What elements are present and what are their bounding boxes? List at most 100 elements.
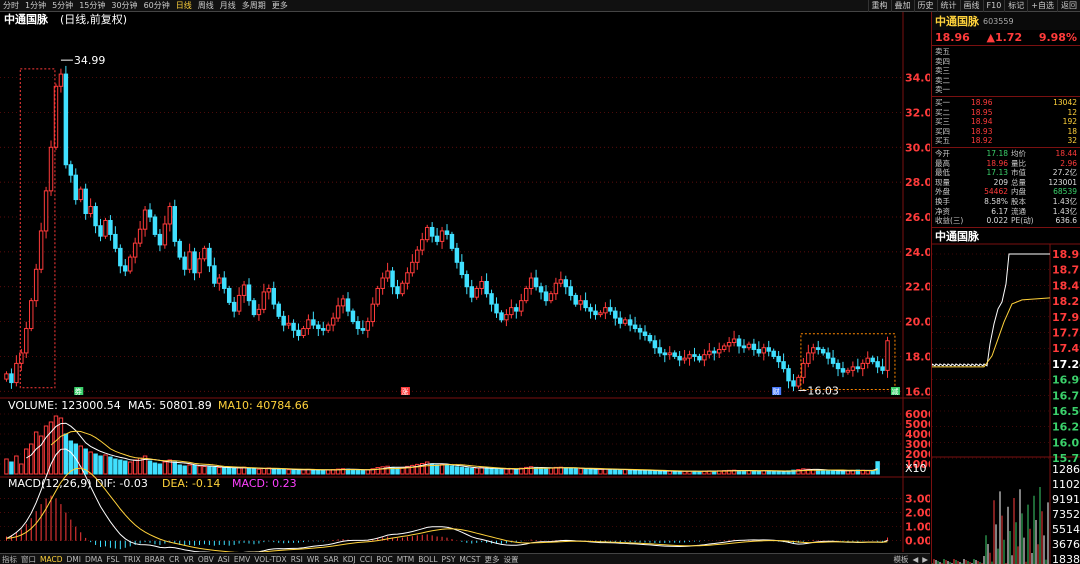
indicator-tab[interactable]: ASI — [216, 554, 232, 564]
volume-bar-up — [667, 470, 672, 475]
toolbar-action-button[interactable]: 画线 — [959, 0, 983, 12]
indicator-nav-button[interactable]: ◀ — [910, 554, 920, 564]
indicator-nav-button[interactable]: ▶ — [920, 554, 930, 564]
quote-price: 18.96 — [935, 31, 970, 44]
volume-bar-down — [573, 468, 578, 475]
stats-row: 现量 209 总量 123001 — [932, 178, 1080, 188]
period-tab[interactable]: 更多 — [269, 0, 291, 12]
quote-panel: 中通国脉 603559 18.96 ▲1.72 9.98% 卖五 卖四 卖三 卖二 卖一… — [931, 12, 1080, 564]
indicator-tab[interactable]: MTM — [395, 554, 417, 564]
order-book-volume: 13042 — [1053, 97, 1077, 107]
candle-up — [424, 226, 430, 241]
volume-bar-down — [588, 468, 593, 475]
volume-bar-down — [652, 470, 658, 475]
candle-up — [380, 277, 385, 289]
price-tick-label: 34.00 — [905, 72, 930, 85]
candle-up — [286, 322, 291, 326]
indicator-nav-button[interactable]: 模板 — [891, 554, 910, 564]
stats-table: 今开 17.18 均价 18.44 最高 18.96 量比 2.96 最低 17.13 市值 27.2… — [932, 148, 1080, 228]
toolbar-action-button[interactable]: 返回 — [1057, 0, 1080, 12]
period-tab[interactable]: 30分钟 — [108, 0, 140, 12]
indicator-tab[interactable]: CR — [167, 554, 181, 564]
event-marker-label: 券 — [75, 387, 82, 396]
period-tab[interactable]: 月线 — [217, 0, 239, 12]
indicator-tab[interactable]: PSY — [440, 554, 458, 564]
toolbar-action-button[interactable]: 历史 — [913, 0, 937, 12]
indicator-tab[interactable]: 设置 — [501, 554, 520, 564]
indicator-tab[interactable]: EMV — [232, 554, 252, 564]
period-tab[interactable]: 15分钟 — [76, 0, 108, 12]
indicator-tab[interactable]: VR — [181, 554, 195, 564]
low-annotation: 16.03 — [807, 384, 839, 397]
candle-up — [558, 279, 564, 284]
period-tab[interactable]: 60分钟 — [141, 0, 173, 12]
indicator-tab[interactable]: 窗口 — [19, 554, 38, 564]
indicator-tab[interactable]: VOL-TDX — [252, 554, 288, 564]
period-tab[interactable]: 多周期 — [239, 0, 269, 12]
period-tab[interactable]: 1分钟 — [22, 0, 49, 12]
toolbar-action-button[interactable]: 标记 — [1004, 0, 1027, 12]
mini-volume-tick: 12867 — [1052, 463, 1080, 476]
indicator-tab[interactable]: MCST — [457, 554, 482, 564]
candle-down — [113, 233, 118, 249]
toolbar-action-button[interactable]: +自选 — [1027, 0, 1057, 12]
indicator-tab[interactable]: TRIX — [121, 554, 142, 564]
indicator-tab[interactable]: KDJ — [341, 554, 358, 564]
stat-value: 636.6 — [1055, 216, 1077, 226]
candle-up — [197, 258, 202, 274]
kline-chart-svg[interactable]: 中通国脉 (日线,前复权) 34.99 16.03 券 涨 财 减 34.00 32.00 3… — [0, 12, 944, 564]
order-book-price — [965, 47, 1024, 57]
indicator-tab[interactable]: 指标 — [0, 554, 19, 564]
order-book-label: 买一 — [935, 97, 950, 107]
intraday-mini-chart[interactable]: 中通国脉 18.96 18.71 18.47 18.22 17.98 17.73 17.49… — [931, 227, 1080, 564]
candle-up — [761, 347, 767, 354]
indicator-tab[interactable]: DMI — [64, 554, 82, 564]
toolbar-action-button[interactable]: 叠加 — [890, 0, 914, 12]
indicator-tab[interactable]: 更多 — [482, 554, 501, 564]
volume-bar-down — [296, 469, 301, 475]
volume-bar-up — [202, 466, 207, 475]
order-book-row: 买三 18.94 192 — [932, 117, 1080, 127]
indicator-tab[interactable]: MACD — [38, 554, 64, 564]
candle-up — [702, 354, 707, 361]
candle-up — [548, 293, 554, 302]
volume-bar-up — [33, 431, 39, 475]
candle-down — [98, 225, 103, 237]
volume-bar-down — [311, 469, 316, 475]
candle-down — [662, 352, 668, 356]
indicator-tab[interactable]: RSI — [289, 554, 305, 564]
chart-title: 中通国脉 — [4, 12, 49, 26]
indicator-tab[interactable]: OBV — [196, 554, 216, 564]
mini-price-tick: 16.99 — [1052, 374, 1080, 387]
volume-bar-down — [192, 465, 197, 475]
period-tab[interactable]: 周线 — [195, 0, 217, 12]
period-tab[interactable]: 分时 — [0, 0, 22, 12]
candle-down — [68, 164, 74, 176]
indicator-tab[interactable]: DMA — [83, 554, 104, 564]
indicator-tab[interactable]: SAR — [322, 554, 341, 564]
candle-up — [43, 190, 49, 232]
period-tab[interactable]: 5分钟 — [49, 0, 76, 12]
volume-multiplier: X10 — [905, 462, 927, 475]
indicator-tab[interactable]: WR — [305, 554, 322, 564]
order-book-volume: 12 — [1067, 107, 1077, 117]
indicator-tab[interactable]: BOLL — [416, 554, 439, 564]
macd-tick-label: 2.00 — [905, 507, 930, 520]
indicator-tab[interactable]: FSL — [104, 554, 121, 564]
toolbar-action-button[interactable]: 统计 — [936, 0, 960, 12]
period-toolbar: 分时 1分钟 5分钟 15分钟 30分钟 60分钟 日线 周线 月线 多周期 更多 重构 叠加 历史 统计画… — [0, 0, 1080, 12]
candle-up — [103, 219, 108, 237]
order-book-price: 18.96 — [971, 97, 993, 107]
mini-chart-svg[interactable]: 中通国脉 18.96 18.71 18.47 18.22 17.98 17.73 17.49… — [931, 227, 1080, 564]
main-chart-area[interactable]: 中通国脉 (日线,前复权) 34.99 16.03 券 涨 财 减 34.00 32.00 3… — [0, 12, 944, 564]
period-tab[interactable]: 日线 — [173, 0, 195, 12]
indicator-tab[interactable]: CCI — [358, 554, 375, 564]
volume-bar-down — [464, 467, 470, 475]
indicator-tab[interactable]: BRAR — [143, 554, 167, 564]
macd-tick-label: 3.00 — [905, 492, 930, 505]
order-book-price — [965, 57, 1024, 67]
toolbar-action-button[interactable]: F10 — [982, 0, 1005, 12]
toolbar-action-button[interactable]: 重构 — [867, 0, 891, 12]
indicator-tab[interactable]: ROC — [374, 554, 394, 564]
volume-bar-down — [123, 460, 128, 475]
